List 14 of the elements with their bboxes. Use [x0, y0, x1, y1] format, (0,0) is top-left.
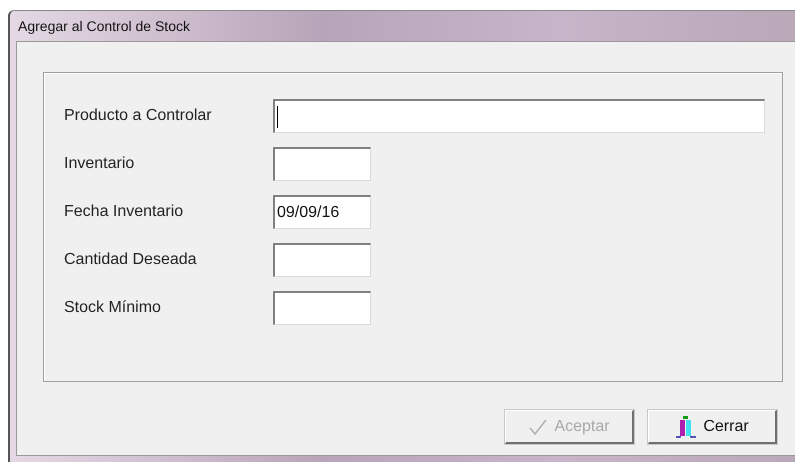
input-field[interactable] — [273, 243, 371, 277]
input-field[interactable] — [273, 147, 371, 181]
field-label: Inventario — [64, 155, 136, 173]
input-field[interactable] — [273, 291, 371, 325]
field-label: Cantidad Deseada — [64, 251, 198, 269]
window-title: Agregar al Control de Stock — [18, 18, 190, 34]
field-label: Stock Mínimo — [64, 299, 162, 317]
input-field[interactable] — [273, 99, 765, 133]
door-icon — [675, 414, 698, 438]
input-field[interactable]: 09/09/16 — [273, 195, 371, 229]
close-button[interactable]: Cerrar — [648, 410, 777, 444]
field-label: Producto a Controlar — [64, 107, 213, 125]
checkmark-icon — [528, 418, 548, 436]
field-label: Fecha Inventario — [64, 203, 184, 221]
